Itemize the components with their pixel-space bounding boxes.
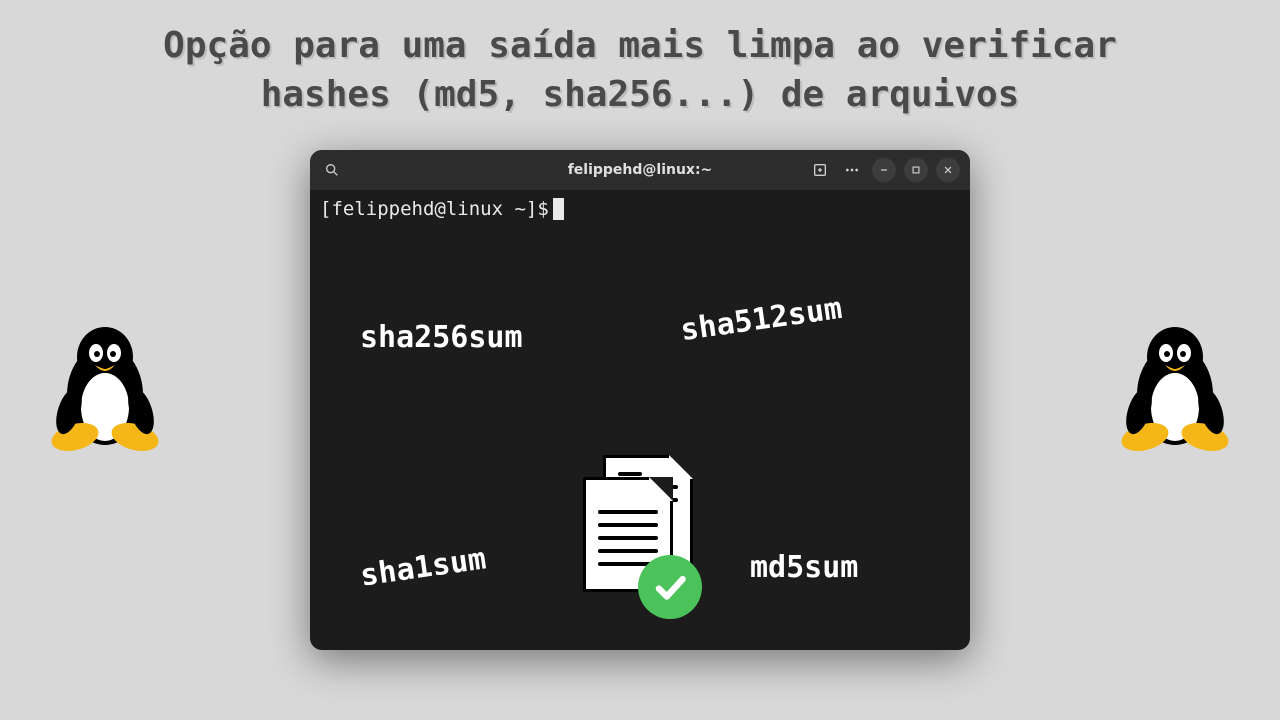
label-md5sum: md5sum bbox=[750, 550, 858, 585]
terminal-titlebar: felippehd@linux:~ bbox=[310, 150, 970, 190]
terminal-cursor bbox=[553, 198, 564, 220]
terminal-prompt-line: [felippehd@linux ~]$ bbox=[320, 198, 960, 220]
label-sha256sum: sha256sum bbox=[360, 320, 523, 355]
minimize-button[interactable] bbox=[872, 158, 896, 182]
tux-icon bbox=[45, 315, 165, 455]
search-icon[interactable] bbox=[320, 158, 344, 182]
label-sha1sum: sha1sum bbox=[358, 541, 488, 593]
title-line-2: hashes (md5, sha256...) de arquivos bbox=[261, 74, 1020, 115]
maximize-button[interactable] bbox=[904, 158, 928, 182]
terminal-body[interactable]: [felippehd@linux ~]$ sha256sum sha512sum… bbox=[310, 190, 970, 650]
documents-verified-icon bbox=[583, 455, 703, 610]
terminal-window: felippehd@linux:~ [felippehd@linux ~]$ s… bbox=[310, 150, 970, 650]
tux-icon bbox=[1115, 315, 1235, 455]
title-line-1: Opção para uma saída mais limpa ao verif… bbox=[163, 25, 1117, 66]
label-sha512sum: sha512sum bbox=[678, 291, 844, 348]
menu-icon[interactable] bbox=[840, 158, 864, 182]
close-button[interactable] bbox=[936, 158, 960, 182]
new-tab-icon[interactable] bbox=[808, 158, 832, 182]
terminal-prompt: [felippehd@linux ~]$ bbox=[320, 198, 549, 220]
checkmark-icon bbox=[638, 555, 702, 619]
page-title: Opção para uma saída mais limpa ao verif… bbox=[0, 0, 1280, 119]
